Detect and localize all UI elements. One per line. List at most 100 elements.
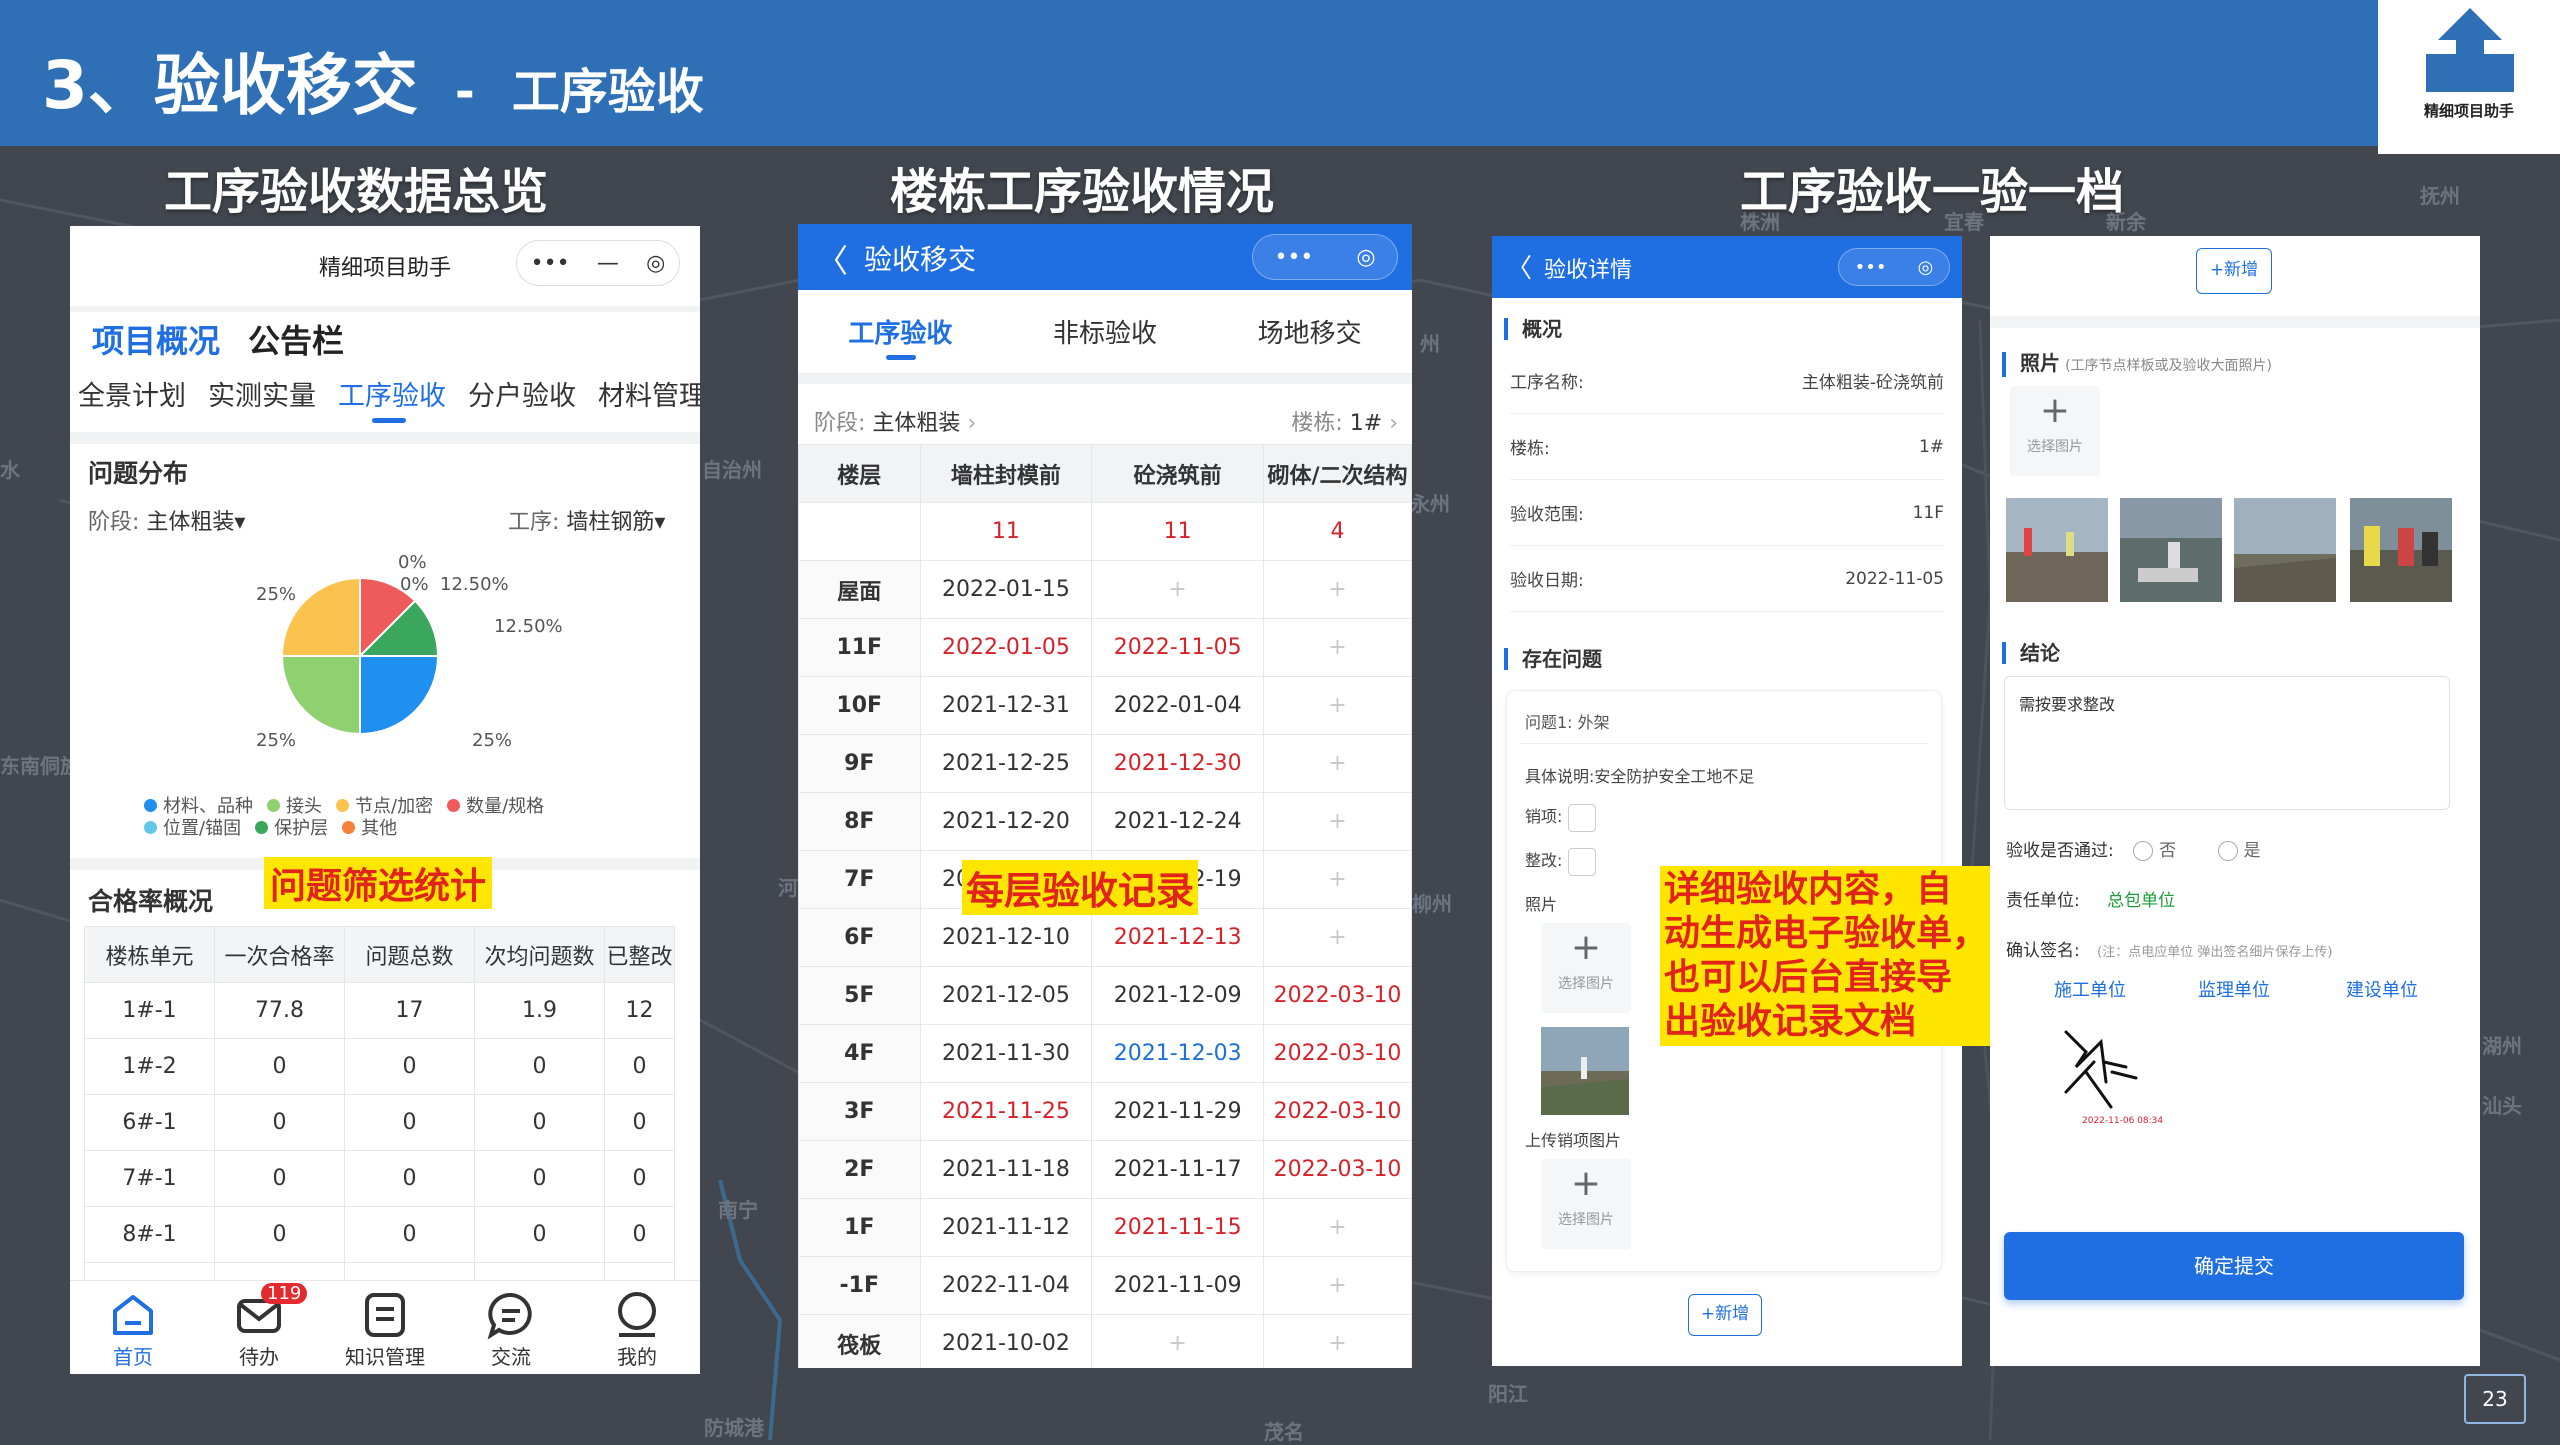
- cancel-checkbox[interactable]: [1568, 803, 1597, 832]
- date-cell[interactable]: 2021-11-15: [1091, 1198, 1265, 1257]
- date-cell[interactable]: 2021-11-30: [919, 1024, 1093, 1083]
- minimize-icon[interactable]: —: [597, 251, 619, 276]
- submit-button[interactable]: 确定提交: [2004, 1232, 2464, 1300]
- table-row[interactable]: 6#-1 0 0 0 0: [84, 1094, 675, 1151]
- select-photo-button[interactable]: + 选择图片: [2010, 386, 2100, 476]
- table-row[interactable]: 1#-2 0 0 0 0: [84, 1038, 675, 1095]
- date-cell[interactable]: +: [1263, 1256, 1412, 1315]
- sign-unit-construction[interactable]: 施工单位: [2054, 976, 2126, 1002]
- divider: [1521, 743, 1927, 744]
- date-cell[interactable]: +: [1091, 1314, 1265, 1368]
- slide-title-main: 3、验收移交: [42, 47, 418, 124]
- date-cell[interactable]: +: [1263, 618, 1412, 677]
- date-cell[interactable]: 2021-12-03: [1091, 1024, 1265, 1083]
- legend-label: 节点/加密: [355, 796, 434, 817]
- radio-yes[interactable]: 是: [2217, 841, 2261, 861]
- date-cell[interactable]: +: [1263, 560, 1412, 619]
- date-cell[interactable]: +: [1263, 908, 1412, 967]
- signature-image[interactable]: [2046, 1012, 2146, 1112]
- stage-filter[interactable]: 阶段: 主体粗装▾: [88, 504, 245, 536]
- select-photo-button[interactable]: + 选择图片: [1541, 1159, 1631, 1249]
- close-target-icon[interactable]: ◎: [646, 251, 665, 276]
- date-cell[interactable]: 2021-12-10: [919, 908, 1093, 967]
- site-photo[interactable]: [2006, 498, 2108, 602]
- table-row[interactable]: 1#-1 77.8 17 1.9 12: [84, 982, 675, 1039]
- date-cell[interactable]: 2022-03-10: [1263, 966, 1412, 1025]
- date-cell[interactable]: 2021-11-09: [1091, 1256, 1265, 1315]
- tab-measurement[interactable]: 实测实量: [208, 374, 316, 413]
- site-photo[interactable]: [2350, 498, 2452, 602]
- more-icon[interactable]: •••: [1274, 245, 1313, 270]
- date-cell[interactable]: 2022-03-10: [1263, 1082, 1412, 1141]
- date-cell[interactable]: 2022-11-05: [1091, 618, 1265, 677]
- more-icon[interactable]: •••: [1855, 257, 1887, 278]
- tabbar-home[interactable]: 首页: [73, 1281, 193, 1374]
- date-cell[interactable]: 2021-12-24: [1091, 792, 1265, 851]
- conclusion-textarea[interactable]: 需按要求整改: [2004, 676, 2450, 810]
- table-row[interactable]: 8#-1 0 0 0 0: [84, 1206, 675, 1263]
- close-target-icon[interactable]: ◎: [1356, 245, 1375, 270]
- add-problem-button[interactable]: +新增: [1688, 1294, 1762, 1336]
- process-filter[interactable]: 工序: 墙柱钢筋▾: [508, 504, 665, 536]
- sign-unit-owner[interactable]: 建设单位: [2346, 976, 2418, 1002]
- highlight-filter-stats: 问题筛选统计: [264, 857, 493, 909]
- date-cell[interactable]: 2021-12-30: [1091, 734, 1265, 793]
- date-cell[interactable]: 2021-10-02: [919, 1314, 1093, 1368]
- table-row[interactable]: 7#-1 0 0 0 0: [84, 1150, 675, 1207]
- date-cell[interactable]: +: [1263, 792, 1412, 851]
- tabbar-knowledge[interactable]: 知识管理: [325, 1281, 445, 1374]
- site-photo[interactable]: [2120, 498, 2222, 602]
- tab-site-handover[interactable]: 场地移交: [1258, 313, 1362, 350]
- tab-material-management[interactable]: 材料管理: [598, 374, 700, 413]
- tab-project-overview[interactable]: 项目概况: [92, 316, 220, 362]
- date-cell[interactable]: 2022-01-05: [919, 618, 1093, 677]
- date-cell[interactable]: 2021-12-25: [919, 734, 1093, 793]
- date-cell[interactable]: 2021-12-13: [1091, 908, 1265, 967]
- date-cell[interactable]: +: [1263, 1198, 1412, 1257]
- tab-panorama-plan[interactable]: 全景计划: [78, 374, 186, 413]
- tab-unit-acceptance[interactable]: 分户验收: [468, 374, 576, 413]
- tabbar-me[interactable]: 我的: [577, 1281, 697, 1374]
- responsible-value[interactable]: 总包单位: [2107, 891, 2175, 911]
- select-photo-button[interactable]: + 选择图片: [1541, 923, 1631, 1013]
- tab-process-acceptance[interactable]: 工序验收: [338, 374, 446, 423]
- date-cell[interactable]: 2022-03-10: [1263, 1024, 1412, 1083]
- close-target-icon[interactable]: ◎: [1918, 257, 1934, 278]
- date-cell[interactable]: 2021-11-25: [919, 1082, 1093, 1141]
- radio-no[interactable]: 否: [2133, 841, 2176, 861]
- date-cell[interactable]: 2021-12-05: [919, 966, 1093, 1025]
- date-cell[interactable]: +: [1091, 560, 1265, 619]
- table-row: 6F 2021-12-10 2021-12-13 +: [798, 908, 1412, 967]
- date-cell[interactable]: 2021-12-09: [1091, 966, 1265, 1025]
- upload-cancel-label: 上传销项图片: [1525, 1131, 1622, 1150]
- date-cell[interactable]: +: [1263, 1314, 1412, 1368]
- back-icon[interactable]: 〈: [1506, 248, 1532, 285]
- add-button[interactable]: +新增: [2196, 248, 2272, 294]
- date-cell[interactable]: 2021-11-12: [919, 1198, 1093, 1257]
- tab-notice-board[interactable]: 公告栏: [248, 316, 344, 362]
- fix-checkbox[interactable]: [1568, 847, 1597, 876]
- sign-unit-supervision[interactable]: 监理单位: [2198, 976, 2270, 1002]
- date-cell[interactable]: 2021-12-20: [919, 792, 1093, 851]
- tab-nonstandard-acceptance[interactable]: 非标验收: [1053, 313, 1157, 350]
- highlight-floor-records: 每层验收记录: [962, 860, 1199, 915]
- date-cell[interactable]: 2021-12-31: [919, 676, 1093, 735]
- date-cell[interactable]: +: [1263, 676, 1412, 735]
- date-cell[interactable]: +: [1263, 734, 1412, 793]
- date-cell[interactable]: +: [1263, 850, 1412, 909]
- date-cell[interactable]: 2022-01-04: [1091, 676, 1265, 735]
- tab-process-acceptance[interactable]: 工序验收: [848, 313, 952, 360]
- date-cell[interactable]: 2022-01-15: [919, 560, 1093, 619]
- floor-cell: 11F: [798, 618, 921, 677]
- site-photo[interactable]: [2234, 498, 2336, 602]
- date-cell[interactable]: 2021-11-29: [1091, 1082, 1265, 1141]
- date-cell[interactable]: 2022-03-10: [1263, 1140, 1412, 1199]
- date-cell[interactable]: 2021-11-17: [1091, 1140, 1265, 1199]
- tabbar-todo[interactable]: 待办 119: [199, 1281, 319, 1374]
- back-icon[interactable]: 〈: [816, 236, 848, 282]
- problem-photo[interactable]: [1541, 1027, 1629, 1115]
- date-cell[interactable]: 2022-11-04: [919, 1256, 1093, 1315]
- tabbar-chat[interactable]: 交流: [451, 1281, 571, 1374]
- date-cell[interactable]: 2021-11-18: [919, 1140, 1093, 1199]
- more-icon[interactable]: •••: [531, 251, 570, 276]
